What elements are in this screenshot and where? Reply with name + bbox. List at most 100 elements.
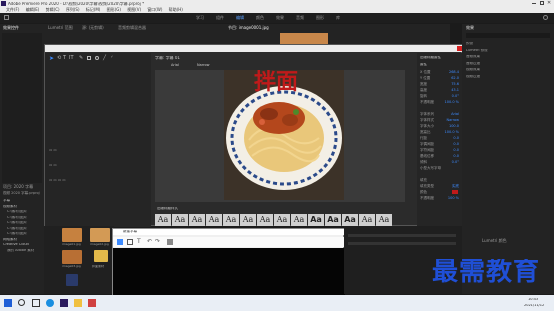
menu-item-help[interactable]: 帮助(H)	[169, 7, 183, 12]
fill-color-swatch[interactable]	[452, 190, 458, 194]
tab-lumetri-color[interactable]: Lumetri 颜色	[482, 239, 507, 243]
style-tile[interactable]: Aa	[359, 214, 375, 226]
crop-icon[interactable]	[127, 239, 133, 245]
property-row[interactable]: 不透明度 100.0 %	[417, 99, 463, 105]
effects-item[interactable]: 视频过渡	[466, 75, 550, 79]
tree-item[interactable]: C:\素材\图片	[3, 227, 43, 231]
media-thumbnail[interactable]	[62, 250, 82, 264]
tab-program[interactable]: 节目: image0001.jpg	[228, 26, 269, 30]
explorer-icon[interactable]	[74, 299, 82, 307]
effects-item[interactable]: 预设	[466, 42, 550, 46]
vertical-type-tool-icon[interactable]: IT	[69, 55, 74, 61]
tree-item[interactable]: Creative Cloud	[3, 243, 43, 247]
style-tile[interactable]: Aa	[325, 214, 341, 226]
menu-item-view[interactable]: 视图(V)	[127, 7, 141, 12]
type-tool-icon[interactable]: T	[63, 55, 66, 61]
workspace-tab-libraries[interactable]: 库	[336, 16, 340, 20]
media-thumbnail[interactable]	[90, 228, 110, 242]
undo-icon[interactable]: ↶	[147, 238, 152, 245]
workspace-tab-editing[interactable]: 编辑	[236, 16, 244, 20]
edge-icon[interactable]	[46, 299, 54, 307]
menu-item-marker[interactable]: 标记(M)	[86, 7, 101, 12]
tree-item[interactable]: C:\素材\图片	[3, 232, 43, 236]
style-tile[interactable]: Aa	[223, 214, 239, 226]
workspace-tab-effects[interactable]: 效果	[276, 16, 284, 20]
rotate-tool-icon[interactable]: ⟲	[57, 55, 61, 61]
premiere-logo-icon	[1, 1, 6, 6]
caption-text[interactable]: 拌面	[254, 72, 298, 94]
redo-icon[interactable]: ↷	[155, 238, 160, 245]
task-view-icon[interactable]	[32, 299, 40, 307]
font-family-select[interactable]: Arial	[171, 63, 179, 67]
text-icon[interactable]: T	[137, 238, 141, 245]
workspace-tab-graphics[interactable]: 图形	[316, 16, 324, 20]
selection-tool-icon[interactable]: ➤	[49, 55, 54, 62]
tree-item[interactable]: C:\素材\图片	[3, 210, 43, 214]
workspace-tab-assembly[interactable]: 组件	[216, 16, 224, 20]
tab-audio-mixer[interactable]: 音频剪辑混合器	[118, 26, 146, 30]
effects-search[interactable]	[466, 33, 550, 38]
tab-lumetri-scopes[interactable]: Lumetri 范围	[48, 26, 73, 30]
style-tile[interactable]: Aa	[274, 214, 290, 226]
tree-item[interactable]: 字幕	[3, 199, 43, 203]
style-tile[interactable]: Aa	[240, 214, 256, 226]
media-thumbnail[interactable]	[62, 228, 82, 242]
tree-item[interactable]: 我的 Adobe 素材	[3, 249, 43, 253]
style-tile[interactable]: Aa	[189, 214, 205, 226]
tab-effects[interactable]: 效果	[466, 26, 474, 30]
effects-item[interactable]: Lumetri 预设	[466, 49, 550, 53]
property-row[interactable]: 小型大写字母	[417, 165, 463, 171]
titler-canvas[interactable]: 拌面	[155, 70, 405, 202]
tab-effect-controls[interactable]: 效果控件	[3, 26, 19, 30]
workspace-tab-color[interactable]: 颜色	[256, 16, 264, 20]
font-style-select[interactable]: Narrow	[197, 63, 210, 67]
style-tile[interactable]: Aa	[376, 214, 392, 226]
tree-item[interactable]: C:\素材\图片	[3, 221, 43, 225]
select-icon[interactable]	[117, 239, 123, 245]
app-icon[interactable]	[88, 299, 96, 307]
rectangle-tool-icon[interactable]	[87, 56, 91, 60]
menu-item-window[interactable]: 窗口(W)	[147, 7, 162, 12]
project-title[interactable]: 项目: 2020 字幕	[3, 185, 33, 189]
search-icon[interactable]	[543, 15, 548, 20]
effects-item[interactable]: 音频效果	[466, 55, 550, 59]
style-tile[interactable]: Aa	[155, 214, 171, 226]
left-panel-body	[2, 33, 42, 183]
menu-item-file[interactable]: 文件(F)	[6, 7, 19, 12]
tree-item[interactable]: 网络素材	[3, 238, 43, 242]
start-icon[interactable]	[4, 299, 12, 307]
effects-item[interactable]: 音频过渡	[466, 62, 550, 66]
tab-source[interactable]: 源: (无剪辑)	[82, 26, 104, 30]
style-tile[interactable]: Aa	[257, 214, 273, 226]
menu-item-sequence[interactable]: 序列(S)	[66, 7, 80, 12]
style-tile[interactable]: Aa	[206, 214, 222, 226]
save-icon[interactable]	[167, 239, 173, 245]
style-tile[interactable]: Aa	[172, 214, 188, 226]
maximize-icon[interactable]	[540, 1, 544, 5]
line-tool-icon[interactable]: ╱	[103, 55, 106, 61]
window-controls[interactable]: ✕	[532, 0, 552, 6]
property-row[interactable]: 不透明度 100 %	[417, 195, 463, 201]
minimize-icon[interactable]	[532, 3, 536, 4]
close-icon[interactable]: ✕	[547, 0, 551, 6]
effects-item[interactable]: 视频效果	[466, 68, 550, 72]
style-tile[interactable]: Aa	[342, 214, 358, 226]
media-thumbnail[interactable]	[66, 274, 78, 286]
workspace-tab-audio[interactable]: 音频	[296, 16, 304, 20]
search-icon[interactable]	[18, 299, 25, 306]
timeline-track	[348, 234, 456, 237]
folder-icon[interactable]	[94, 250, 108, 262]
arc-tool-icon[interactable]: ◜	[111, 55, 113, 61]
style-tile[interactable]: Aa	[291, 214, 307, 226]
ellipse-tool-icon[interactable]	[95, 56, 99, 60]
menu-item-graphics[interactable]: 图形(G)	[107, 7, 121, 12]
home-icon[interactable]	[4, 15, 9, 20]
menu-item-clip[interactable]: 剪辑(C)	[46, 7, 60, 12]
tree-item[interactable]: 视频素材	[3, 205, 43, 209]
style-tile[interactable]: Aa	[308, 214, 324, 226]
premiere-taskbar-icon[interactable]	[60, 299, 68, 307]
workspace-tab-learn[interactable]: 学习	[196, 16, 204, 20]
pen-tool-icon[interactable]: ✎	[79, 55, 83, 61]
menu-item-edit[interactable]: 编辑(E)	[26, 7, 40, 12]
tree-item[interactable]: C:\素材\图片	[3, 216, 43, 220]
